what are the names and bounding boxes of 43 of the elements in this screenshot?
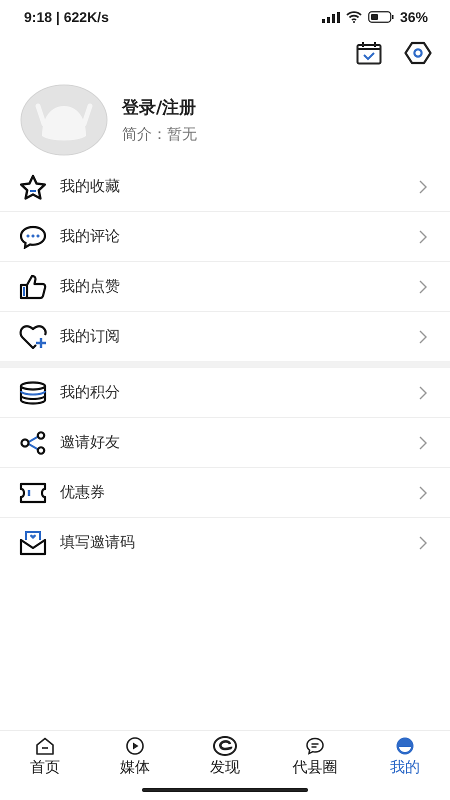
chevron-right-icon bbox=[419, 230, 428, 244]
chevron-right-icon bbox=[419, 330, 428, 344]
menu-item[interactable]: 我的订阅 bbox=[0, 312, 450, 361]
heart-plus-icon bbox=[19, 324, 47, 350]
ticket-icon bbox=[19, 482, 47, 504]
play-icon bbox=[125, 736, 145, 756]
star-icon bbox=[19, 174, 47, 200]
menu-item[interactable]: 邀请好友 bbox=[0, 418, 450, 468]
share-icon bbox=[19, 430, 47, 454]
menu-item[interactable]: 我的点赞 bbox=[0, 262, 450, 312]
tab[interactable]: 代县圈 bbox=[270, 736, 360, 784]
menu-item[interactable]: 我的积分 bbox=[0, 368, 450, 418]
chevron-right-icon bbox=[419, 436, 428, 450]
chevron-right-icon bbox=[419, 386, 428, 400]
tab[interactable]: 媒体 bbox=[90, 736, 180, 784]
chevron-right-icon bbox=[419, 280, 428, 294]
login-link[interactable]: 登录/注册 bbox=[122, 96, 197, 119]
status-time: 9:18 | 622K/s bbox=[24, 9, 109, 25]
calendar-check-icon[interactable] bbox=[356, 41, 382, 65]
chat-bubble-icon bbox=[305, 736, 325, 756]
tab[interactable]: 我的 bbox=[360, 736, 450, 784]
battery-percent: 36% bbox=[400, 9, 428, 25]
menu-item[interactable]: 填写邀请码 bbox=[0, 518, 450, 567]
home-icon bbox=[35, 736, 55, 756]
discover-icon bbox=[213, 736, 237, 756]
menu-item[interactable]: 我的收藏 bbox=[0, 162, 450, 212]
chevron-right-icon bbox=[419, 180, 428, 194]
bio-text: 简介：暂无 bbox=[122, 125, 197, 144]
signal-icon bbox=[322, 12, 340, 22]
envelope-heart-icon bbox=[19, 530, 47, 556]
chevron-right-icon bbox=[419, 486, 428, 500]
tab[interactable]: 首页 bbox=[0, 736, 90, 784]
wifi-icon bbox=[346, 11, 362, 23]
battery-icon bbox=[368, 11, 394, 23]
thumbs-up-icon bbox=[19, 274, 47, 300]
chevron-right-icon bbox=[419, 536, 428, 550]
menu-item[interactable]: 优惠券 bbox=[0, 468, 450, 518]
profile-icon bbox=[395, 736, 415, 756]
menu-item[interactable]: 我的评论 bbox=[0, 212, 450, 262]
comment-icon bbox=[19, 224, 47, 248]
tab[interactable]: 发现 bbox=[180, 736, 270, 784]
coin-stack-icon bbox=[19, 380, 47, 404]
settings-icon[interactable] bbox=[404, 41, 432, 65]
